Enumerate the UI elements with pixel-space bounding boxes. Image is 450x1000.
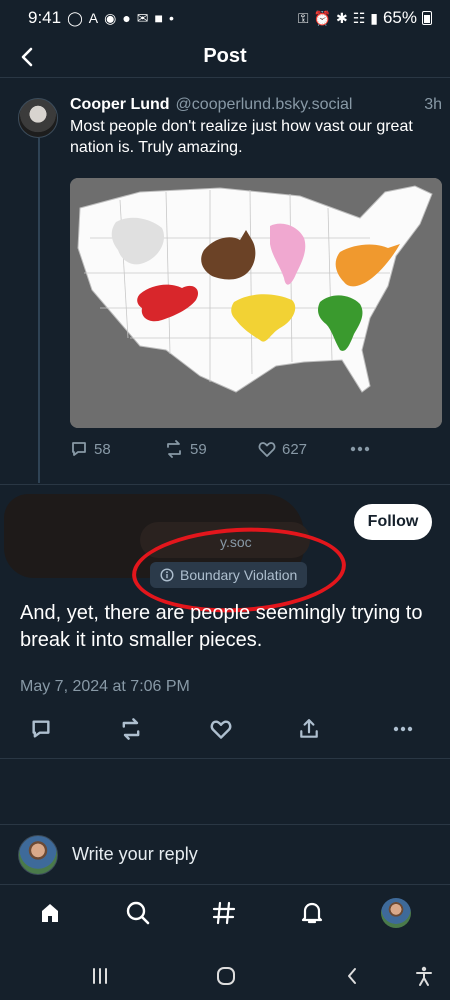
bell-icon	[301, 902, 323, 924]
main-post: y.soc Follow Boundary Violation And, yet…	[0, 486, 450, 756]
divider	[0, 758, 450, 759]
repost-count: 59	[190, 440, 207, 458]
page-title: Post	[203, 45, 247, 67]
status-bar: 9:41 ◯ A ◉ ● ✉ ■ • ⚿ ⏰ ✱ ☷ ▮ 65%	[0, 0, 450, 36]
reply-composer[interactable]: Write your reply	[0, 824, 450, 884]
more-dots-icon	[393, 726, 413, 732]
parent-post[interactable]: Cooper Lund @cooperlund.bsky.social 3h M…	[0, 88, 450, 484]
author-handle-fragment: y.soc	[220, 534, 252, 550]
main-more-button[interactable]	[388, 714, 418, 744]
tab-notifications[interactable]	[296, 897, 328, 929]
reply-placeholder[interactable]: Write your reply	[72, 844, 198, 865]
search-icon	[126, 901, 150, 925]
post-text: Most people don't realize just how vast …	[70, 118, 413, 156]
author-name[interactable]: Cooper Lund	[70, 96, 170, 114]
tab-feeds[interactable]	[208, 897, 240, 929]
top-header: Post	[0, 36, 450, 78]
like-count: 627	[282, 440, 308, 458]
moderation-label-badge[interactable]: Boundary Violation	[150, 562, 308, 588]
status-right: ⚿ ⏰ ✱ ☷ ▮ 65%	[298, 8, 432, 28]
repost-icon	[167, 440, 181, 458]
hashtag-icon	[212, 901, 236, 925]
author-avatar[interactable]	[18, 98, 58, 138]
reply-icon	[72, 442, 86, 456]
divider	[0, 484, 450, 485]
post-header: Cooper Lund @cooperlund.bsky.social 3h	[70, 96, 442, 114]
linkedin-icon: ■	[154, 10, 163, 26]
post-time: 3h	[424, 96, 442, 113]
follow-button[interactable]: Follow	[354, 504, 432, 540]
bluetooth-icon: ✱	[335, 9, 348, 26]
main-post-date: May 7, 2024 at 7:06 PM	[20, 678, 190, 695]
home-system-button[interactable]	[212, 962, 240, 990]
us-map-continents-illustration	[70, 178, 442, 428]
heart-icon	[210, 720, 232, 739]
alarm-icon: ⏰	[313, 9, 331, 26]
like-button[interactable]: 627	[258, 440, 350, 458]
map-image[interactable]	[70, 178, 442, 428]
accessibility-button[interactable]	[410, 962, 438, 990]
repost-icon	[122, 718, 140, 740]
key-icon: ⚿	[297, 9, 309, 26]
tab-search[interactable]	[122, 897, 154, 929]
recent-apps-button[interactable]	[86, 962, 114, 990]
email-icon: ✉	[136, 9, 149, 26]
bottom-tab-bar	[0, 884, 450, 940]
dot-icon: •	[169, 10, 174, 26]
wifi-icon: ☷	[352, 9, 366, 26]
battery-icon	[422, 11, 432, 25]
lock-icon: ●	[122, 10, 131, 26]
reply-count: 58	[94, 440, 111, 458]
post-actions: 58 59 627	[70, 440, 442, 458]
whatsapp-icon: ◯	[67, 9, 83, 26]
reply-icon	[32, 720, 50, 738]
back-button[interactable]	[14, 44, 40, 70]
thread-line	[38, 138, 40, 483]
home-icon	[42, 904, 58, 922]
main-repost-button[interactable]	[116, 714, 146, 744]
share-icon	[300, 719, 318, 738]
tab-profile[interactable]	[380, 897, 412, 929]
repost-button[interactable]: 59	[164, 440, 258, 458]
author-handle[interactable]: @cooperlund.bsky.social	[176, 96, 419, 114]
signal-icon: ▮	[370, 9, 378, 26]
recent-apps-icon	[93, 968, 107, 984]
label-text: Boundary Violation	[180, 567, 298, 583]
tab-home[interactable]	[34, 897, 66, 929]
system-navigation-bar	[0, 950, 450, 1000]
status-left: 9:41 ◯ A ◉ ● ✉ ■ •	[28, 8, 174, 28]
system-back-button[interactable]	[338, 962, 366, 990]
main-post-text: And, yet, there are people seemingly try…	[20, 602, 423, 651]
my-avatar	[18, 834, 58, 875]
more-dots-icon	[350, 446, 370, 452]
back-arrow-icon	[21, 47, 33, 67]
post-body: Cooper Lund @cooperlund.bsky.social 3h M…	[70, 96, 442, 158]
chrome-icon: ◉	[104, 9, 117, 26]
back-chevron-icon	[348, 968, 356, 984]
more-options-button[interactable]	[350, 446, 370, 452]
home-circle-icon	[217, 967, 235, 985]
main-like-button[interactable]	[206, 714, 236, 744]
a-icon: A	[88, 10, 99, 26]
reply-button[interactable]: 58	[70, 440, 164, 458]
accessibility-icon	[416, 966, 432, 986]
main-share-button[interactable]	[294, 714, 324, 744]
info-icon	[160, 568, 174, 582]
heart-icon	[258, 442, 276, 457]
main-reply-button[interactable]	[26, 714, 56, 744]
main-post-actions	[0, 714, 450, 744]
profile-avatar-icon	[381, 898, 411, 928]
status-time: 9:41	[28, 8, 62, 27]
battery-percent: 65%	[382, 8, 417, 27]
